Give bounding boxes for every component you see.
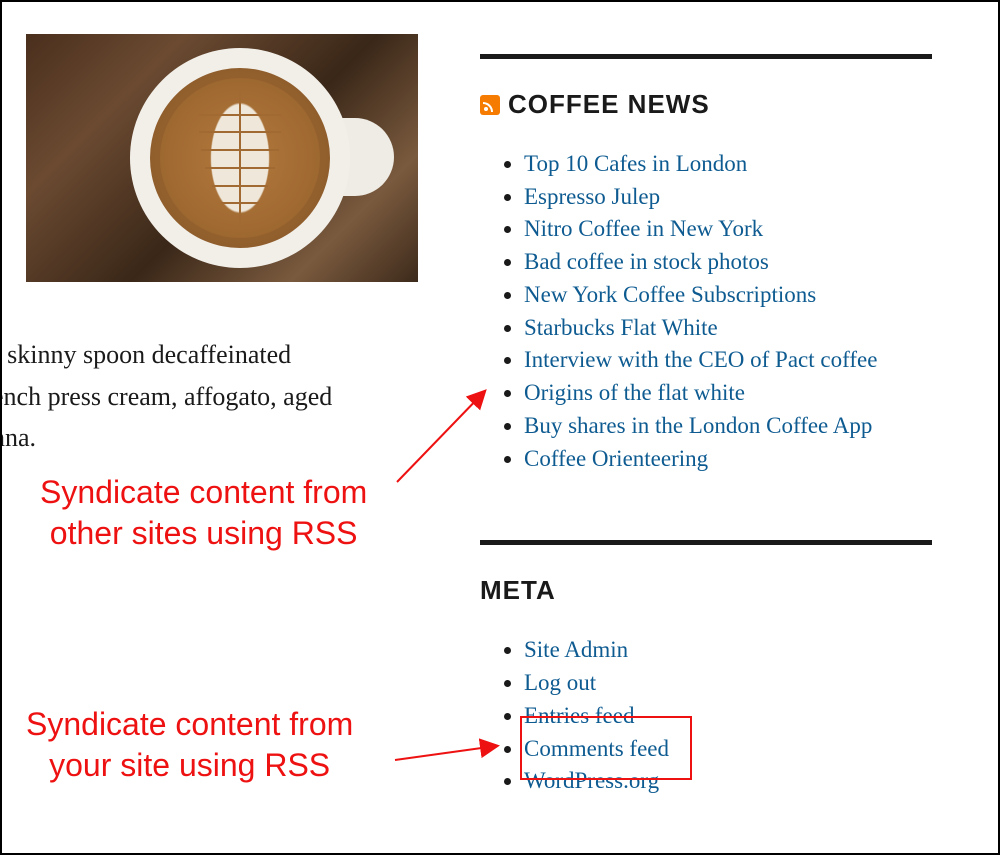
article-body-text: r skinny spoon decaffeinated ench press … xyxy=(0,334,412,459)
sidebar: COFFEE NEWS Top 10 Cafes in London Espre… xyxy=(480,2,980,798)
list-item: Origins of the flat white xyxy=(524,377,980,409)
coffee-photo xyxy=(26,34,418,282)
list-item: Bad coffee in stock photos xyxy=(524,246,980,278)
list-item: New York Coffee Subscriptions xyxy=(524,279,980,311)
rss-widget-title-text: COFFEE NEWS xyxy=(508,89,710,120)
list-item: Interview with the CEO of Pact coffee xyxy=(524,344,980,376)
body-line-1: r skinny spoon decaffeinated xyxy=(0,340,291,369)
body-line-3: nna. xyxy=(0,423,36,452)
rss-item-link[interactable]: Espresso Julep xyxy=(524,184,660,209)
list-item: Nitro Coffee in New York xyxy=(524,213,980,245)
rss-widget-list: Top 10 Cafes in London Espresso Julep Ni… xyxy=(502,148,980,474)
meta-widget-title-text: META xyxy=(480,575,556,606)
annotation-bottom: Syndicate content from your site using R… xyxy=(26,704,353,786)
widget-divider xyxy=(480,540,932,545)
rss-widget-title: COFFEE NEWS xyxy=(480,89,980,120)
list-item: Espresso Julep xyxy=(524,181,980,213)
list-item: Starbucks Flat White xyxy=(524,312,980,344)
list-item: Coffee Orienteering xyxy=(524,443,980,475)
rss-item-link[interactable]: Nitro Coffee in New York xyxy=(524,216,763,241)
rss-item-link[interactable]: Top 10 Cafes in London xyxy=(524,151,747,176)
meta-link-log-out[interactable]: Log out xyxy=(524,670,596,695)
list-item: Buy shares in the London Coffee App xyxy=(524,410,980,442)
rss-item-link[interactable]: Interview with the CEO of Pact coffee xyxy=(524,347,877,372)
annotation-top: Syndicate content from other sites using… xyxy=(40,472,367,554)
feed-links-highlight xyxy=(520,716,692,780)
list-item: Log out xyxy=(524,667,980,699)
rss-item-link[interactable]: New York Coffee Subscriptions xyxy=(524,282,816,307)
rss-icon[interactable] xyxy=(480,95,500,115)
rss-item-link[interactable]: Starbucks Flat White xyxy=(524,315,718,340)
list-item: Site Admin xyxy=(524,634,980,666)
meta-link-site-admin[interactable]: Site Admin xyxy=(524,637,628,662)
rss-item-link[interactable]: Coffee Orienteering xyxy=(524,446,708,471)
rss-item-link[interactable]: Buy shares in the London Coffee App xyxy=(524,413,872,438)
meta-widget-title: META xyxy=(480,575,980,606)
widget-divider xyxy=(480,54,932,59)
list-item: Top 10 Cafes in London xyxy=(524,148,980,180)
rss-item-link[interactable]: Bad coffee in stock photos xyxy=(524,249,769,274)
page-frame: r skinny spoon decaffeinated ench press … xyxy=(0,0,1000,855)
body-line-2: ench press cream, affogato, aged xyxy=(0,382,332,411)
rss-item-link[interactable]: Origins of the flat white xyxy=(524,380,745,405)
